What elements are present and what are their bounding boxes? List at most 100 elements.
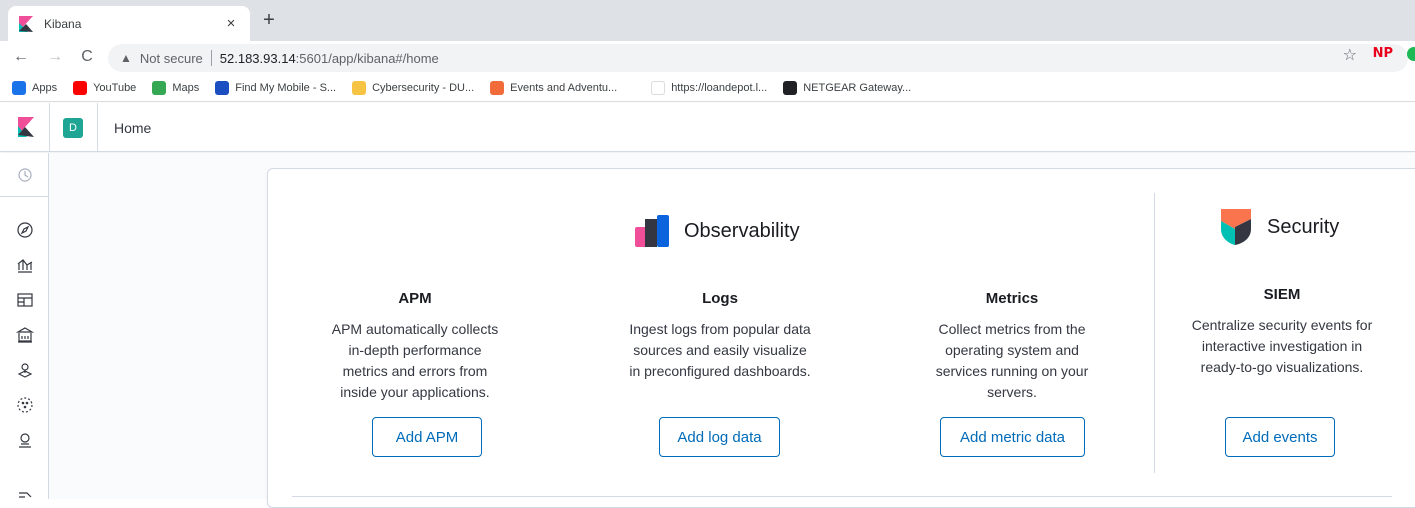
address-bar[interactable]: ▲ Not secure 52.183.93.14 :5601/app/kiba… — [108, 44, 1408, 72]
description-line: Collect metrics from the — [938, 321, 1086, 337]
description-line: in-depth performance — [348, 342, 482, 358]
header-divider — [97, 103, 98, 152]
kibana-favicon-icon — [19, 15, 33, 32]
url-host[interactable]: 52.183.93.14 — [220, 51, 296, 66]
breadcrumb-home[interactable]: Home — [114, 120, 151, 136]
bookmark-label: Apps — [32, 81, 58, 94]
bookmark-star-icon[interactable]: ☆ — [1343, 45, 1357, 65]
bookmark-label: Cybersecurity - DU... — [372, 81, 475, 94]
bookmark-item[interactable]: Apps — [12, 80, 58, 95]
tab-close-icon[interactable]: × — [222, 15, 240, 32]
bookmarks-bar: Apps YouTube Maps Find My Mobile - S... Cybe… — [0, 74, 1415, 102]
bookmark-item[interactable]: Find My Mobile - S... — [215, 80, 337, 95]
browser-toolbar: ← → C ▲ Not secure 52.183.93.14 :5601/ap… — [0, 41, 1415, 74]
bookmark-label: YouTube — [93, 81, 137, 94]
description-line: metrics and errors from — [342, 363, 488, 379]
card-title-siem: SIEM — [1263, 286, 1301, 303]
maps-icon[interactable] — [16, 361, 34, 379]
description-line: sources and easily visualize — [633, 342, 807, 358]
bookmark-label: Events and Adventu... — [510, 81, 618, 94]
metrics-card: Metrics Collect metrics from the operati… — [897, 290, 1127, 403]
events-icon — [490, 80, 505, 95]
discover-compass-icon[interactable] — [16, 221, 34, 239]
card-title-apm: APM — [398, 290, 432, 307]
new-tab-button[interactable]: + — [257, 9, 281, 32]
observability-title: Observability — [684, 219, 800, 242]
canvas-icon[interactable] — [15, 326, 35, 344]
description-line: servers. — [987, 384, 1037, 400]
space-avatar[interactable]: D — [63, 118, 83, 138]
card-title-logs: Logs — [702, 290, 738, 307]
recently-viewed-clock-icon[interactable] — [16, 166, 34, 184]
add-log-data-button[interactable]: Add log data — [659, 417, 780, 457]
bookmark-item[interactable]: Cybersecurity - DU... — [352, 80, 475, 95]
security-header: Security — [1219, 207, 1339, 247]
card-description: APM automatically collects in-depth perf… — [300, 319, 530, 403]
security-logo-icon — [1221, 209, 1251, 245]
bookmark-label: NETGEAR Gateway... — [803, 81, 912, 94]
logs-card: Logs Ingest logs from popular data sourc… — [605, 290, 835, 382]
bookmark-item[interactable]: https://loandepot.l... — [651, 80, 768, 95]
bookmark-item[interactable]: NETGEAR Gateway... — [783, 80, 912, 95]
tools-icon — [783, 80, 798, 95]
add-apm-button[interactable]: Add APM — [372, 417, 482, 457]
visualize-icon[interactable] — [16, 256, 34, 274]
back-arrow-icon[interactable]: ← — [10, 46, 32, 68]
reload-icon[interactable]: C — [76, 46, 98, 68]
bookmark-item[interactable]: Maps — [152, 80, 200, 95]
description-line: ready-to-go visualizations. — [1200, 359, 1364, 375]
bookmark-label: Find My Mobile - S... — [235, 81, 337, 94]
panel-vertical-divider — [1154, 193, 1155, 473]
nav-divider — [0, 196, 49, 197]
description-line: in preconfigured dashboards. — [629, 363, 811, 379]
header-divider — [49, 103, 50, 152]
kibana-header: D Home — [0, 103, 1415, 152]
dashboard-icon[interactable] — [16, 291, 34, 309]
security-title: Security — [1267, 215, 1340, 238]
machine-learning-icon[interactable] — [16, 396, 34, 414]
bookmark-item[interactable]: YouTube — [73, 80, 137, 95]
forward-arrow-icon[interactable]: → — [44, 46, 66, 68]
blank-page-icon — [651, 80, 666, 95]
warning-triangle-icon[interactable]: ▲ — [120, 51, 132, 65]
add-events-button[interactable]: Add events — [1225, 417, 1335, 457]
maps-pin-icon — [152, 80, 167, 95]
np-extension-icon[interactable]: NP — [1373, 46, 1393, 61]
description-line: services running on your — [935, 363, 1089, 379]
description-line: Centralize security events for — [1191, 317, 1373, 333]
url-path[interactable]: :5601/app/kibana#/home — [296, 51, 439, 66]
browser-tab-strip: Kibana × + — [0, 0, 1415, 41]
bookmark-label: https://loandepot.l... — [671, 81, 768, 94]
add-metric-data-button[interactable]: Add metric data — [940, 417, 1085, 457]
description-line: operating system and — [945, 342, 1079, 358]
youtube-icon — [73, 80, 88, 95]
find-my-mobile-icon — [215, 80, 230, 95]
card-description: Ingest logs from popular data sources an… — [605, 319, 835, 382]
card-title-metrics: Metrics — [985, 290, 1039, 307]
bookmark-label: Maps — [172, 81, 200, 94]
add-data-panel: Observability Security APM APM automatic… — [267, 168, 1415, 508]
apm-card: APM APM automatically collects in-depth … — [300, 290, 530, 403]
bookmark-item[interactable]: Events and Adventu... — [490, 80, 618, 95]
panel-horizontal-divider — [292, 496, 1392, 497]
description-line: inside your applications. — [340, 384, 490, 400]
card-description: Collect metrics from the operating syste… — [897, 319, 1127, 403]
card-description: Centralize security events for interacti… — [1167, 315, 1397, 378]
not-secure-label[interactable]: Not secure — [140, 51, 203, 66]
kibana-logo-icon[interactable] — [16, 117, 36, 137]
observability-logo-icon — [635, 215, 669, 247]
folder-icon — [352, 80, 367, 95]
siem-card: SIEM Centralize security events for inte… — [1167, 286, 1397, 378]
address-separator — [210, 50, 212, 66]
description-line: Ingest logs from popular data — [629, 321, 811, 337]
tab-title: Kibana — [44, 16, 82, 31]
kibana-side-nav — [0, 153, 49, 499]
description-line: APM automatically collects — [331, 321, 499, 337]
extension-icon[interactable] — [1407, 47, 1415, 61]
logs-icon[interactable] — [16, 485, 34, 503]
browser-tab-kibana[interactable]: Kibana × — [8, 6, 250, 41]
observability-header: Observability — [634, 213, 800, 249]
description-line: interactive investigation in — [1201, 338, 1363, 354]
infrastructure-icon[interactable] — [16, 431, 34, 449]
apps-grid-icon — [12, 80, 26, 95]
